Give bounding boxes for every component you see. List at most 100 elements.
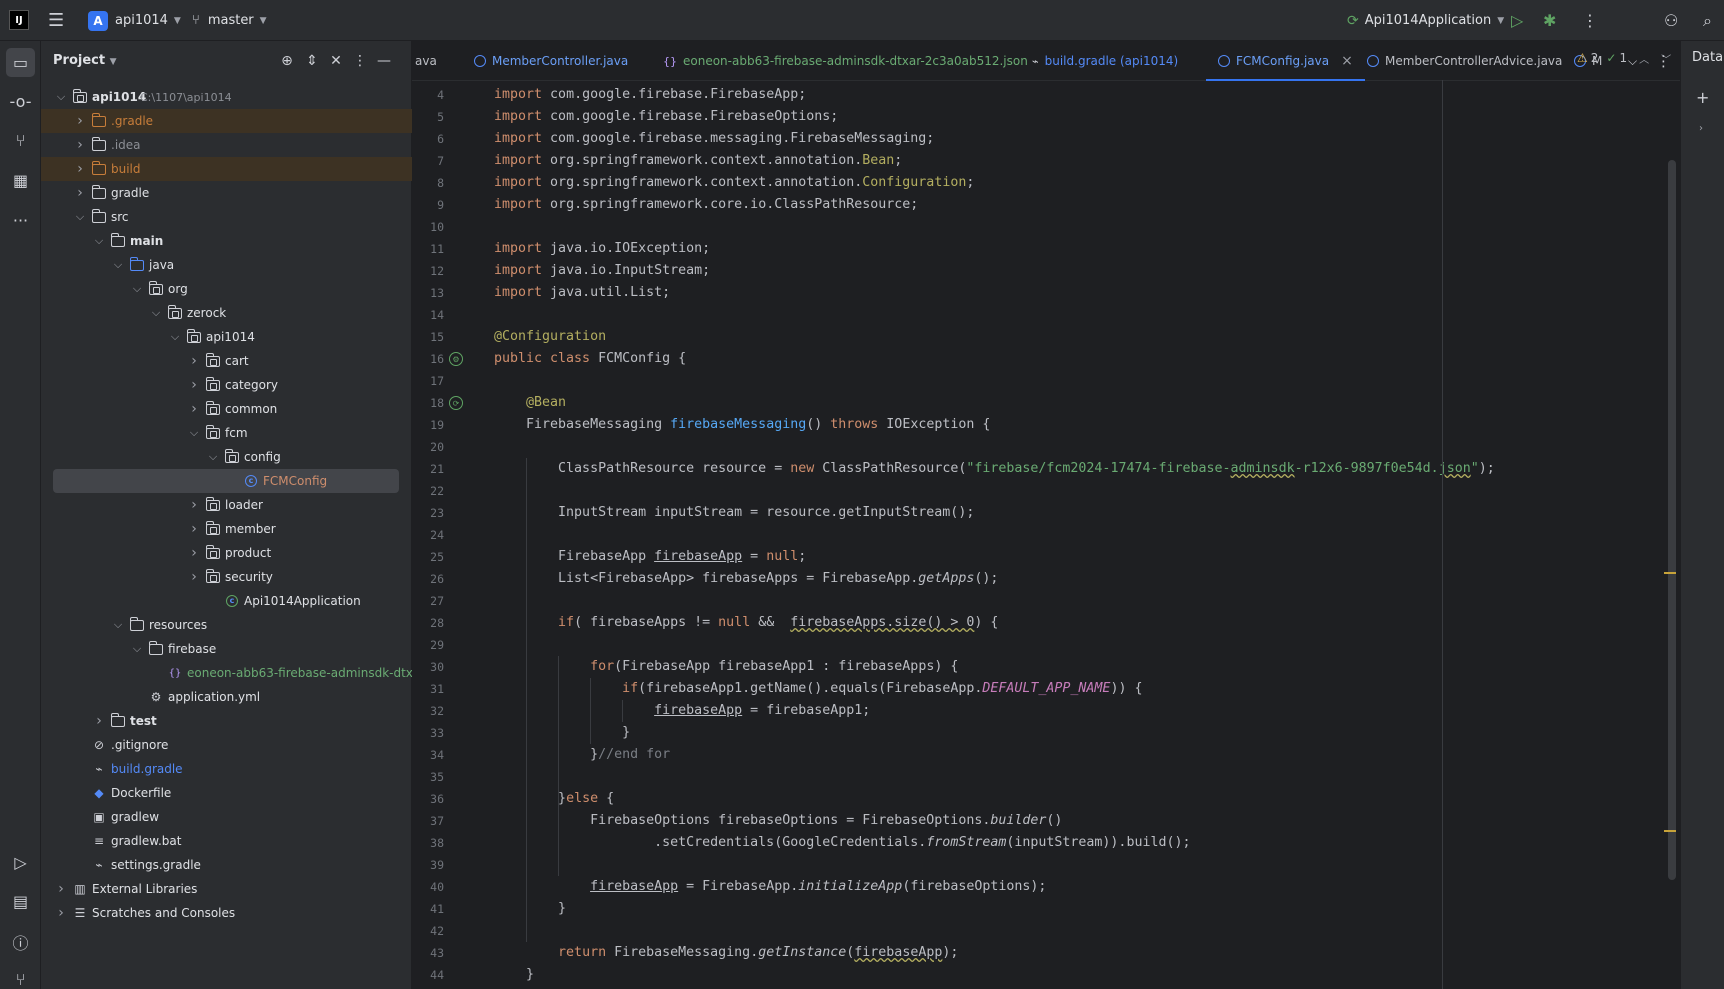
pull-requests-tool-button[interactable]: ⑂ <box>6 126 35 155</box>
inspection-widget[interactable]: ⚠ 2 ✓ 1 ︿ ﹀ <box>1577 49 1671 67</box>
tree-node[interactable]: ⌁ build.gradle <box>41 757 412 781</box>
tree-node[interactable]: › ☰ Scratches and Consoles <box>41 901 412 925</box>
code-line[interactable]: } <box>494 898 566 920</box>
intellij-logo-icon[interactable]: IJ <box>9 10 29 30</box>
chevron-right-icon[interactable]: › <box>188 569 200 585</box>
chevron-right-icon[interactable]: › <box>74 185 86 201</box>
tree-node[interactable]: › ▥ External Libraries <box>41 877 412 901</box>
collapse-all-button[interactable]: ✕ <box>326 51 346 71</box>
tree-node[interactable]: › loader <box>41 493 412 517</box>
code-with-me-button[interactable]: ⚇ <box>1664 0 1678 41</box>
code-line[interactable]: .setCredentials(GoogleCredentials.fromSt… <box>494 832 1190 854</box>
chevron-right-icon[interactable]: › <box>74 113 86 129</box>
tree-node[interactable]: ⌵ org <box>41 277 412 301</box>
run-button[interactable]: ▷ <box>1511 0 1523 41</box>
chevron-right-icon[interactable]: › <box>188 521 200 537</box>
code-line[interactable]: InputStream inputStream = resource.getIn… <box>494 502 974 524</box>
branch-switcher[interactable]: ⑂ master ▼ <box>192 0 267 41</box>
main-menu-button[interactable]: ☰ <box>48 0 64 41</box>
tree-node[interactable]: › gradle <box>41 181 412 205</box>
code-line[interactable]: import com.google.firebase.FirebaseApp; <box>494 84 806 106</box>
code-line[interactable]: List<FirebaseApp> firebaseApps = Firebas… <box>494 568 998 590</box>
code-line[interactable]: public class FCMConfig { <box>494 348 686 370</box>
chevron-down-icon[interactable]: ⌵ <box>131 282 143 296</box>
tree-node[interactable]: › test <box>41 709 412 733</box>
tree-node[interactable]: › build <box>41 157 412 181</box>
tree-node[interactable]: › common <box>41 397 412 421</box>
chevron-down-icon[interactable]: ⌵ <box>188 426 200 440</box>
code-line[interactable]: } <box>494 722 630 744</box>
editor-tab[interactable]: MemberControllerAdvice.java <box>1367 41 1562 81</box>
tree-node[interactable]: {} eoneon-abb63-firebase-adminsdk-dtxar-2 <box>41 661 437 685</box>
tree-node[interactable]: › cart <box>41 349 412 373</box>
tree-node[interactable]: ⌵ config <box>41 445 412 469</box>
code-line[interactable]: import com.google.firebase.FirebaseOptio… <box>494 106 838 128</box>
tree-node[interactable]: c FCMConfig <box>41 469 412 493</box>
add-icon[interactable]: + <box>1696 88 1709 107</box>
chevron-right-icon[interactable]: › <box>188 401 200 417</box>
editor-tab[interactable]: FCMConfig.java × <box>1206 41 1365 81</box>
code-line[interactable]: import org.springframework.context.annot… <box>494 172 974 194</box>
code-line[interactable]: } <box>494 964 534 986</box>
code-line[interactable]: firebaseApp = firebaseApp1; <box>494 700 870 722</box>
code-line[interactable]: import java.io.IOException; <box>494 238 710 260</box>
tree-node[interactable]: ⊘ .gitignore <box>41 733 412 757</box>
code-line[interactable]: }//end for <box>494 744 670 766</box>
search-button[interactable]: ⌕ <box>1703 0 1712 41</box>
run-config-selector[interactable]: ⟳ Api1014Application ▼ <box>1347 0 1504 41</box>
tree-node[interactable]: ⌵ src <box>41 205 412 229</box>
project-tool-button[interactable]: ▭ <box>6 48 35 77</box>
terminal-tool-button[interactable]: ▤ <box>6 887 35 916</box>
debug-button[interactable]: ✱ <box>1543 0 1556 41</box>
database-panel-label[interactable]: Datab <box>1692 50 1724 65</box>
chevron-down-icon[interactable]: ⌵ <box>93 234 105 248</box>
code-editor[interactable]: import com.google.firebase.FirebaseApp; i… <box>482 81 1632 989</box>
code-line[interactable]: @Bean <box>494 392 566 414</box>
spring-bean-gutter-icon[interactable]: ⚙ <box>449 352 463 366</box>
warning-stripe-marker[interactable] <box>1664 830 1676 832</box>
code-line[interactable]: import java.util.List; <box>494 282 670 304</box>
code-line[interactable]: for(FirebaseApp firebaseApp1 : firebaseA… <box>494 656 958 678</box>
code-line[interactable]: FirebaseOptions firebaseOptions = Fireba… <box>494 810 1062 832</box>
git-tool-button[interactable]: ⑂ <box>6 965 35 989</box>
code-line[interactable]: import com.google.firebase.messaging.Fir… <box>494 128 934 150</box>
tree-node[interactable]: c Api1014Application <box>41 589 412 613</box>
hide-panel-button[interactable]: — <box>374 51 394 71</box>
services-tool-button[interactable]: ▷ <box>6 848 35 877</box>
tree-node[interactable]: › member <box>41 517 412 541</box>
code-line[interactable]: import org.springframework.core.io.Class… <box>494 194 918 216</box>
more-tools-button[interactable]: ··· <box>6 206 35 235</box>
chevron-down-icon[interactable]: ⌵ <box>131 642 143 656</box>
code-line[interactable]: FirebaseMessaging firebaseMessaging() th… <box>494 414 990 436</box>
more-actions-button[interactable]: ⋮ <box>1582 0 1598 41</box>
editor-scrollbar[interactable] <box>1668 160 1676 880</box>
chevron-right-icon[interactable]: › <box>74 161 86 177</box>
chevron-right-icon[interactable]: › <box>74 137 86 153</box>
code-line[interactable]: if( firebaseApps != null && firebaseApps… <box>494 612 998 634</box>
code-line[interactable]: import org.springframework.context.annot… <box>494 150 902 172</box>
chevron-right-icon[interactable]: › <box>93 713 105 729</box>
chevron-down-icon[interactable]: ⌵ <box>74 210 86 224</box>
tree-node[interactable]: ⌵ api1014 <box>41 325 412 349</box>
code-line[interactable]: import java.io.InputStream; <box>494 260 710 282</box>
chevron-up-icon[interactable]: ︿ <box>1639 51 1649 66</box>
tree-node[interactable]: ⌁ settings.gradle <box>41 853 412 877</box>
editor-tab[interactable]: ava <box>415 41 437 81</box>
panel-options-button[interactable]: ⋮ <box>350 51 370 71</box>
code-line[interactable]: @Configuration <box>494 326 606 348</box>
code-line[interactable]: FirebaseApp firebaseApp = null; <box>494 546 806 568</box>
warning-stripe-marker[interactable] <box>1664 572 1676 574</box>
chevron-right-icon[interactable]: › <box>188 353 200 369</box>
tree-node[interactable]: ⌵ zerock <box>41 301 412 325</box>
tree-node[interactable]: ⌵ resources <box>41 613 412 637</box>
close-icon[interactable]: × <box>1341 53 1353 69</box>
chevron-right-icon[interactable]: › <box>55 905 67 921</box>
chevron-down-icon[interactable]: ⌵ <box>112 258 124 272</box>
tree-node[interactable]: › security <box>41 565 412 589</box>
spring-bean-gutter-icon[interactable]: ⟳ <box>449 396 463 410</box>
chevron-down-icon[interactable]: ⌵ <box>112 618 124 632</box>
locate-file-button[interactable]: ⊕ <box>277 51 297 71</box>
tree-node[interactable]: ⚙ application.yml <box>41 685 412 709</box>
editor-tab[interactable]: MemberController.java <box>474 41 628 81</box>
chevron-right-icon[interactable]: › <box>55 881 67 897</box>
